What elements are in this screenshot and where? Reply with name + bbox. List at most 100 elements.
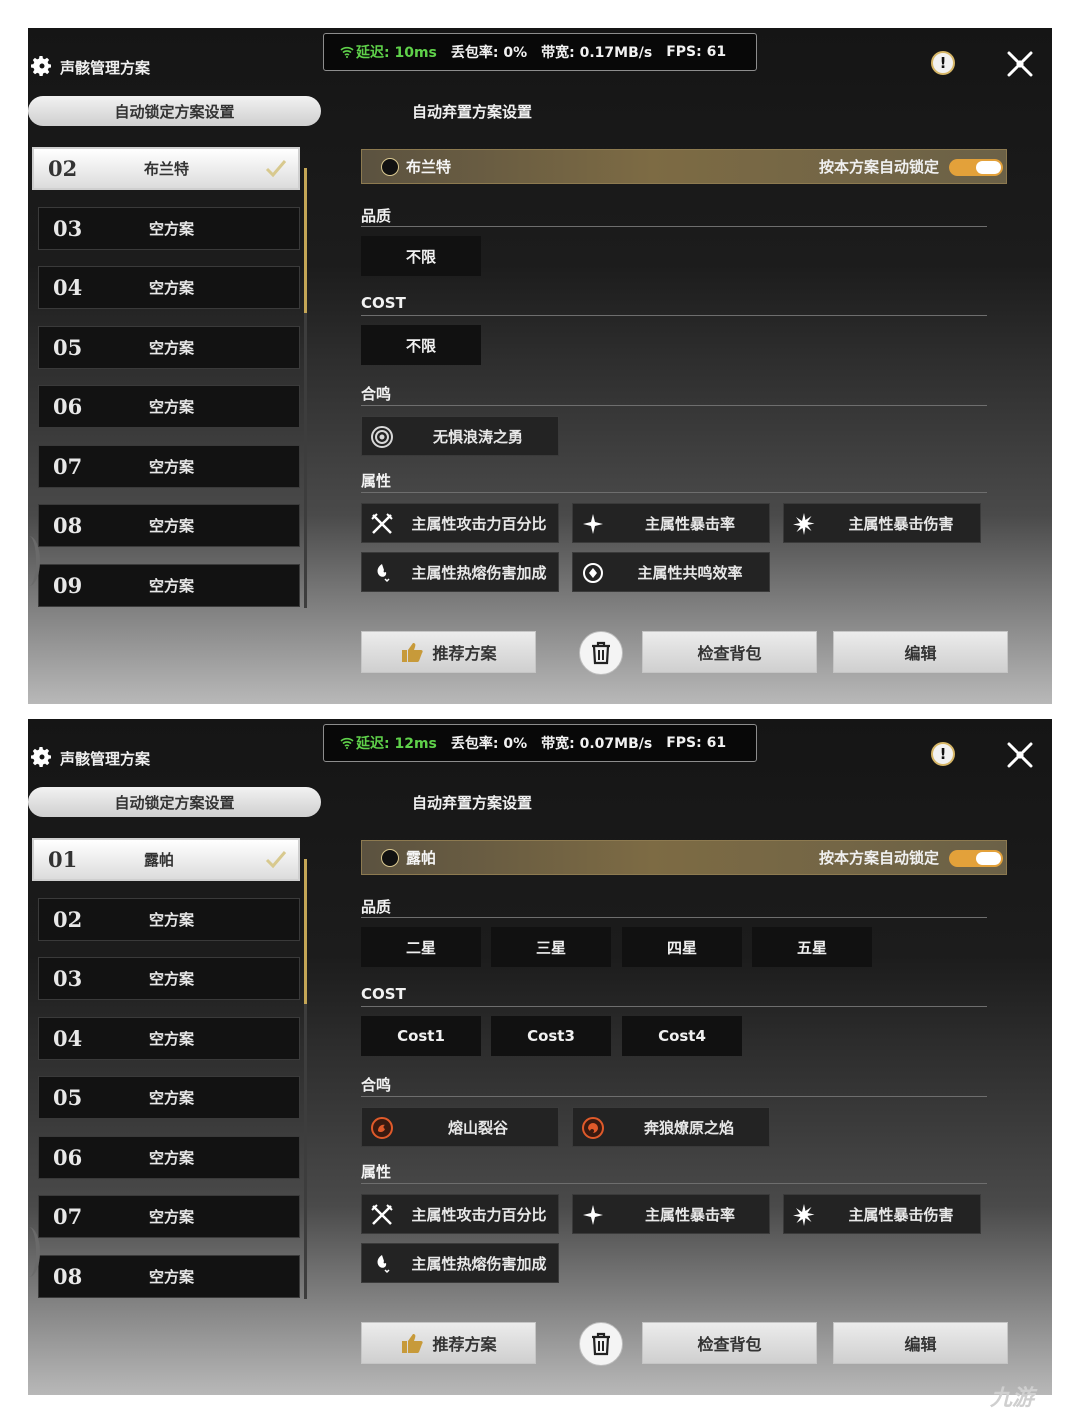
fusion-icon [377, 1255, 390, 1274]
checkmark-icon [265, 851, 287, 869]
attr-name: 主属性共鸣效率 [637, 563, 743, 582]
plan-number: 04 [53, 275, 83, 300]
edit-button[interactable]: 编辑 [833, 1322, 1008, 1364]
plan-item-09[interactable]: 09 空方案 [38, 563, 300, 607]
attr-crit-dmg[interactable]: 主属性暴击伤害 [783, 503, 981, 543]
plan-item-03[interactable]: 03 空方案 [38, 957, 300, 1000]
plan-name: 空方案 [149, 517, 195, 535]
attr-atk-percent[interactable]: 主属性攻击力百分比 [361, 503, 559, 543]
echo-set-name: 奔狼燎原之焰 [643, 1118, 734, 1137]
thumbs-up-icon [402, 1334, 424, 1353]
quality-option-5star[interactable]: 五星 [752, 927, 872, 967]
attr-fusion-dmg[interactable]: 主属性热熔伤害加成 [361, 552, 559, 592]
plan-name: 布兰特 [144, 160, 190, 178]
page-title: 声骸管理方案 [60, 750, 151, 768]
cost-option[interactable]: 不限 [361, 325, 481, 365]
attr-fusion-dmg[interactable]: 主属性热熔伤害加成 [361, 1243, 559, 1283]
plan-name: 空方案 [149, 279, 195, 297]
recommend-button[interactable]: 推荐方案 [361, 1322, 536, 1364]
divider [361, 226, 987, 227]
recommend-button[interactable]: 推荐方案 [361, 631, 536, 673]
fps-readout: FPS: 61 [666, 735, 727, 751]
plan-item-06[interactable]: 06 空方案 [38, 385, 300, 428]
plan-item-06[interactable]: 06 空方案 [38, 1135, 300, 1179]
scrollbar-thumb[interactable] [304, 168, 307, 313]
divider [361, 1006, 987, 1007]
info-icon[interactable]: ! [931, 51, 955, 75]
close-icon[interactable] [1006, 50, 1034, 78]
plan-name: 空方案 [149, 1208, 195, 1226]
quality-option-4star[interactable]: 四星 [622, 927, 742, 967]
plan-item-07[interactable]: 07 空方案 [38, 444, 300, 488]
divider [361, 1096, 987, 1097]
plan-item-02[interactable]: 02 空方案 [38, 897, 300, 941]
plan-number: 05 [53, 1085, 83, 1110]
echo-set-option[interactable]: 奔狼燎原之焰 [572, 1107, 770, 1147]
burst-icon [793, 1204, 815, 1226]
plan-item-01[interactable]: 01 露帕 [32, 838, 300, 881]
attr-energy-regen[interactable]: 主属性共鸣效率 [572, 552, 770, 592]
plan-number: 09 [53, 572, 83, 598]
delete-button[interactable] [579, 631, 623, 675]
echo-set-label: 合鸣 [361, 1076, 392, 1094]
plan-item-05[interactable]: 05 空方案 [38, 325, 300, 369]
cost-option-1[interactable]: Cost1 [361, 1016, 481, 1056]
plan-name: 露帕 [144, 851, 175, 869]
auto-lock-toggle[interactable] [949, 850, 1003, 867]
divider [361, 1183, 987, 1184]
plan-number: 03 [53, 966, 83, 991]
plan-list: 01 露帕 02 空方案 03 空方案 04 空方案 05 空方案 06 空方案 07 空方… [32, 838, 300, 1314]
molten-rift-icon [371, 1117, 393, 1139]
check-bag-button[interactable]: 检查背包 [642, 1322, 817, 1364]
plan-item-03[interactable]: 03 空方案 [38, 206, 300, 250]
attribute-label: 属性 [361, 472, 392, 490]
echo-set-name: 无惧浪涛之勇 [432, 427, 523, 446]
plan-item-05[interactable]: 05 空方案 [38, 1076, 300, 1119]
page-title: 声骸管理方案 [60, 59, 151, 77]
quality-option-3star[interactable]: 三星 [491, 927, 611, 967]
packet-loss-readout: 丢包率: 0% [450, 736, 528, 752]
cost-option-3[interactable]: Cost3 [491, 1016, 611, 1056]
tab-auto-lock[interactable]: 自动锁定方案设置 [28, 787, 321, 817]
quality-option[interactable]: 不限 [361, 236, 481, 276]
plan-number: 02 [53, 906, 83, 932]
tab-auto-discard[interactable]: 自动弃置方案设置 [412, 792, 532, 813]
divider [361, 405, 987, 406]
plan-name: 空方案 [149, 457, 195, 476]
plan-item-08[interactable]: 08 空方案 [38, 1254, 300, 1298]
plan-item-04[interactable]: 04 空方案 [38, 266, 300, 309]
auto-lock-toggle[interactable] [949, 159, 1003, 176]
plan-name: 空方案 [149, 1267, 195, 1286]
edit-button[interactable]: 编辑 [833, 631, 1008, 673]
attribute-label: 属性 [361, 1163, 392, 1181]
check-bag-button[interactable]: 检查背包 [642, 631, 817, 673]
info-icon[interactable]: ! [931, 742, 955, 766]
echo-set-option[interactable]: 无惧浪涛之勇 [361, 416, 559, 456]
plan-number: 06 [53, 1144, 83, 1170]
attr-crit-rate[interactable]: 主属性暴击率 [572, 1194, 770, 1234]
echo-set-option[interactable]: 熔山裂谷 [361, 1107, 559, 1147]
cost-option-4[interactable]: Cost4 [622, 1016, 742, 1056]
close-icon[interactable] [1006, 741, 1034, 769]
attr-atk-percent[interactable]: 主属性攻击力百分比 [361, 1194, 559, 1234]
plan-item-02[interactable]: 02 布兰特 [32, 147, 300, 190]
attr-crit-dmg[interactable]: 主属性暴击伤害 [783, 1194, 981, 1234]
quality-option-2star[interactable]: 二星 [361, 927, 481, 967]
plan-item-07[interactable]: 07 空方案 [38, 1195, 300, 1238]
packet-loss-readout: 丢包率: 0% [450, 45, 528, 61]
toggle-knob [976, 161, 1001, 174]
delete-button[interactable] [579, 1322, 623, 1366]
scrollbar-thumb[interactable] [304, 859, 307, 1004]
cost-label: COST [361, 294, 406, 312]
attr-crit-rate[interactable]: 主属性暴击率 [572, 503, 770, 543]
gear-icon[interactable] [30, 54, 54, 78]
tab-auto-discard[interactable]: 自动弃置方案设置 [412, 101, 532, 122]
gear-icon[interactable] [30, 745, 54, 769]
tab-auto-lock[interactable]: 自动锁定方案设置 [28, 96, 321, 126]
trash-icon [592, 1332, 610, 1356]
plan-item-08[interactable]: 08 空方案 [38, 504, 300, 547]
quality-label: 品质 [361, 898, 392, 916]
plan-number: 07 [53, 453, 83, 479]
plan-name: 空方案 [149, 970, 195, 988]
plan-item-04[interactable]: 04 空方案 [38, 1016, 300, 1060]
